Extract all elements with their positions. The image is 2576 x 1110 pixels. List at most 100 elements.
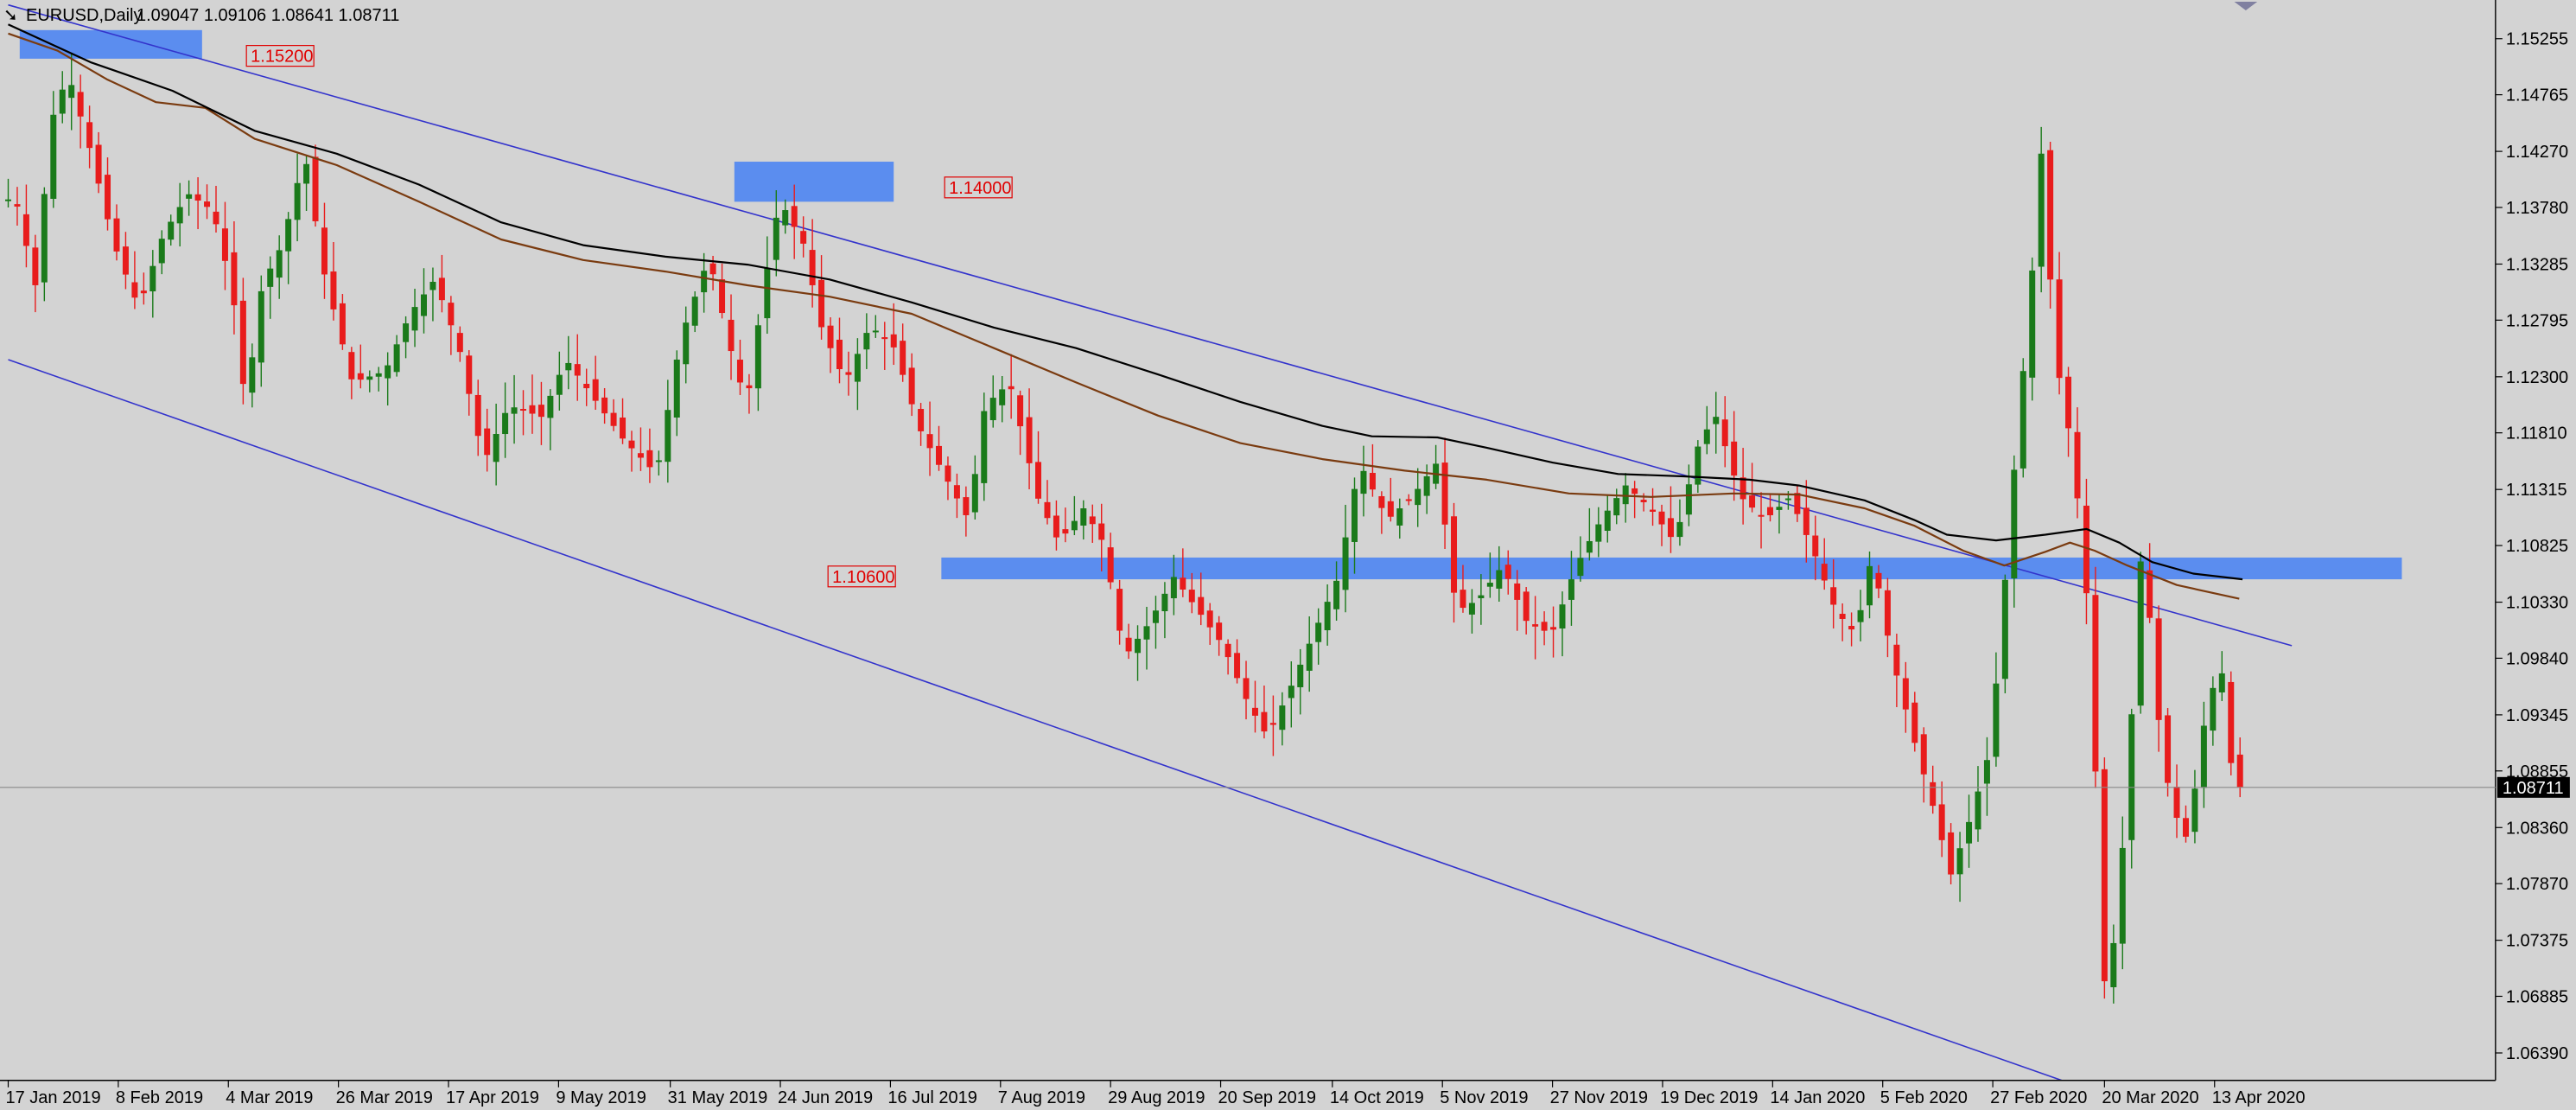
candle-body bbox=[709, 263, 716, 275]
candle-body bbox=[1288, 686, 1294, 699]
candle-body bbox=[2001, 579, 2008, 679]
x-tick-label: 31 May 2019 bbox=[668, 1088, 768, 1107]
candle-body bbox=[1911, 702, 1918, 743]
candle-body bbox=[2074, 431, 2081, 499]
candle-body bbox=[1667, 518, 1674, 538]
candle-body bbox=[2119, 847, 2126, 944]
candle-body bbox=[5, 199, 12, 201]
y-tick-label: 1.11315 bbox=[2506, 481, 2567, 500]
candle-body bbox=[1595, 524, 1602, 542]
candle-body bbox=[2155, 618, 2162, 720]
candle-body bbox=[1360, 470, 1367, 494]
y-tick-label: 1.11810 bbox=[2506, 424, 2567, 443]
candle-body bbox=[890, 334, 897, 348]
candle-body bbox=[836, 339, 843, 370]
candle-body bbox=[1956, 848, 1963, 875]
candle-body bbox=[719, 279, 726, 314]
candle-body bbox=[1983, 760, 1990, 784]
candle-body bbox=[1378, 495, 1385, 508]
candle-body bbox=[2182, 818, 2189, 837]
candle-body bbox=[1387, 501, 1394, 517]
candle-body bbox=[1604, 510, 1611, 531]
level-zone-1 bbox=[734, 162, 894, 202]
candle-body bbox=[1523, 591, 1530, 622]
candle-body bbox=[1451, 516, 1458, 593]
candle-body bbox=[502, 412, 509, 435]
candle-body bbox=[1324, 602, 1331, 631]
y-tick-label: 1.13780 bbox=[2506, 199, 2568, 218]
candle-body bbox=[754, 325, 761, 389]
candle-body bbox=[1188, 590, 1195, 603]
symbol-label: EURUSD,Daily bbox=[26, 6, 142, 25]
candle-body bbox=[1008, 386, 1014, 390]
candle-body bbox=[1306, 643, 1313, 671]
candle-body bbox=[14, 204, 21, 207]
candle-body bbox=[1116, 589, 1123, 631]
candle-body bbox=[186, 194, 193, 199]
candle-body bbox=[1107, 547, 1114, 583]
candle-body bbox=[411, 307, 418, 331]
candle-body bbox=[312, 156, 319, 221]
candle-body bbox=[1514, 583, 1521, 600]
candle-body bbox=[1089, 516, 1096, 525]
candle-body bbox=[493, 434, 499, 462]
candle-body bbox=[1135, 638, 1142, 654]
x-tick-label: 19 Dec 2019 bbox=[1660, 1088, 1758, 1107]
candle-body bbox=[1938, 804, 1945, 840]
candle-body bbox=[827, 325, 834, 348]
x-tick-label: 16 Jul 2019 bbox=[887, 1088, 976, 1107]
candle-body bbox=[1784, 498, 1791, 501]
x-tick-label: 5 Nov 2019 bbox=[1440, 1088, 1528, 1107]
candle-body bbox=[981, 411, 988, 483]
candle-body bbox=[2038, 153, 2045, 267]
candle-body bbox=[131, 282, 138, 298]
candle-body bbox=[963, 497, 970, 515]
level-label-2: 1.10600 bbox=[827, 565, 896, 588]
candle-body bbox=[1198, 596, 1205, 616]
candle-body bbox=[213, 211, 219, 225]
candle-body bbox=[1152, 610, 1159, 623]
y-tick-label: 1.09345 bbox=[2506, 706, 2568, 725]
y-tick-label: 1.09840 bbox=[2506, 649, 2568, 668]
candle-body bbox=[1930, 781, 1937, 807]
candle-body bbox=[1468, 603, 1475, 615]
candle-body bbox=[1279, 705, 1286, 730]
candle-body bbox=[194, 194, 201, 201]
candlestick-chart: 1.15200 1.14000 1.10600 1.15255 1.14765 1.14… bbox=[0, 0, 2576, 1110]
candle-body bbox=[908, 367, 915, 405]
x-tick-label: 20 Mar 2020 bbox=[2102, 1088, 2198, 1107]
candle-body bbox=[1342, 537, 1349, 590]
x-tick-label: 17 Jan 2019 bbox=[6, 1088, 101, 1107]
candle-body bbox=[466, 355, 473, 394]
candle-body bbox=[330, 271, 337, 309]
candle-body bbox=[936, 445, 943, 465]
candle-body bbox=[628, 440, 635, 449]
candle-body bbox=[176, 207, 183, 224]
candle-body bbox=[529, 405, 536, 414]
candle-body bbox=[1766, 507, 1773, 515]
x-tick-label: 9 May 2019 bbox=[556, 1088, 646, 1107]
y-tick-label: 1.12300 bbox=[2506, 368, 2568, 387]
candle-body bbox=[149, 265, 156, 292]
candle-body bbox=[456, 333, 463, 353]
candle-body bbox=[1550, 627, 1557, 630]
y-tick-label: 1.07375 bbox=[2506, 932, 2568, 951]
candle-body bbox=[1415, 488, 1422, 506]
candle bbox=[2228, 671, 2235, 775]
candle-body bbox=[1080, 508, 1087, 526]
candle-body bbox=[537, 405, 544, 418]
candle-body bbox=[50, 114, 57, 200]
candle-body bbox=[673, 359, 680, 418]
candle-body bbox=[1812, 535, 1819, 557]
candle-body bbox=[1486, 583, 1493, 587]
candle-body bbox=[637, 453, 644, 458]
candle-body bbox=[665, 410, 671, 462]
x-tick-label: 7 Aug 2019 bbox=[998, 1088, 1085, 1107]
candle-body bbox=[1460, 590, 1466, 609]
chart-header: ➘ EURUSD,Daily 1.09047 1.09106 1.08641 1… bbox=[3, 6, 399, 25]
candle-body bbox=[1586, 540, 1593, 553]
candle-body bbox=[655, 460, 662, 462]
candle-body bbox=[1532, 624, 1539, 627]
candle-body bbox=[2165, 715, 2172, 783]
candle-body bbox=[1297, 664, 1304, 687]
